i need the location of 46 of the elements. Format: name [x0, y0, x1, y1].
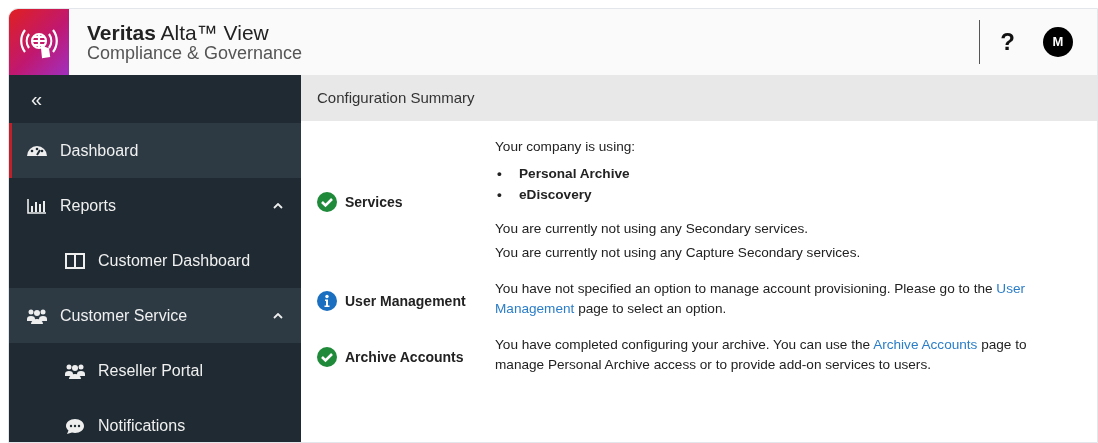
- item-label: Reports: [60, 195, 117, 216]
- info-icon: [317, 291, 337, 311]
- check-circle-icon: [317, 192, 337, 212]
- item-label: Customer Dashboard: [98, 250, 251, 271]
- description-text: page to: [980, 337, 1027, 352]
- description-text: manage Personal Archive access or to provide add-on services to users.: [495, 357, 931, 372]
- description-text: You have not specified an option to manage account provisioning. Please go to the: [495, 281, 994, 296]
- sidebar-item[interactable]: Reports: [9, 178, 301, 233]
- columns-icon: [64, 251, 86, 270]
- description-text: You are currently not using any Capture Secondary services.: [495, 245, 861, 260]
- link[interactable]: User: [996, 281, 1025, 296]
- sidebar-subitem[interactable]: Reseller Portal: [9, 343, 301, 398]
- bullet-icon: •: [495, 184, 519, 205]
- user-avatar[interactable]: M: [1043, 27, 1073, 57]
- collapse-button[interactable]: «: [31, 84, 43, 114]
- caret-icon: [273, 312, 283, 319]
- row-label: Archive Accounts: [345, 347, 464, 367]
- sidebar-item[interactable]: Dashboard: [9, 123, 301, 178]
- gauge-icon: [26, 145, 48, 156]
- service-item: eDiscovery: [519, 186, 592, 204]
- item-label: Notifications: [98, 415, 186, 436]
- description-text: page to select an option.: [577, 301, 727, 316]
- description-text: Your company is using:: [495, 139, 636, 154]
- sidebar-item[interactable]: Customer Service: [9, 288, 301, 343]
- speech-bubble-icon: [64, 416, 86, 435]
- product-name: Alta™ View: [160, 20, 269, 44]
- sidebar-subitem[interactable]: Notifications: [9, 398, 301, 442]
- item-label: Reseller Portal: [98, 360, 203, 381]
- description-text: You have completed configuring your archive. You can use the: [495, 337, 872, 352]
- check-circle-icon: [317, 347, 337, 367]
- row-label: Services: [345, 192, 403, 212]
- page-title: Configuration Summary: [301, 75, 1097, 121]
- help-button[interactable]: ?: [1000, 24, 1015, 60]
- row-label: User Management: [345, 291, 466, 311]
- link[interactable]: Management: [495, 301, 575, 316]
- brand-name: Veritas: [87, 20, 156, 44]
- description-text: You are currently not using any Secondary services.: [495, 221, 809, 236]
- product-subtitle: Compliance & Governance: [87, 43, 303, 64]
- item-label: Dashboard: [60, 140, 139, 161]
- sidebar-subitem[interactable]: Customer Dashboard: [9, 233, 301, 288]
- item-label: Customer Service: [60, 305, 188, 326]
- service-item: Personal Archive: [519, 165, 630, 183]
- bar-chart-icon: [26, 196, 48, 215]
- caret-icon: [273, 202, 283, 209]
- bullet-icon: •: [495, 163, 519, 184]
- link[interactable]: Archive Accounts: [873, 337, 978, 352]
